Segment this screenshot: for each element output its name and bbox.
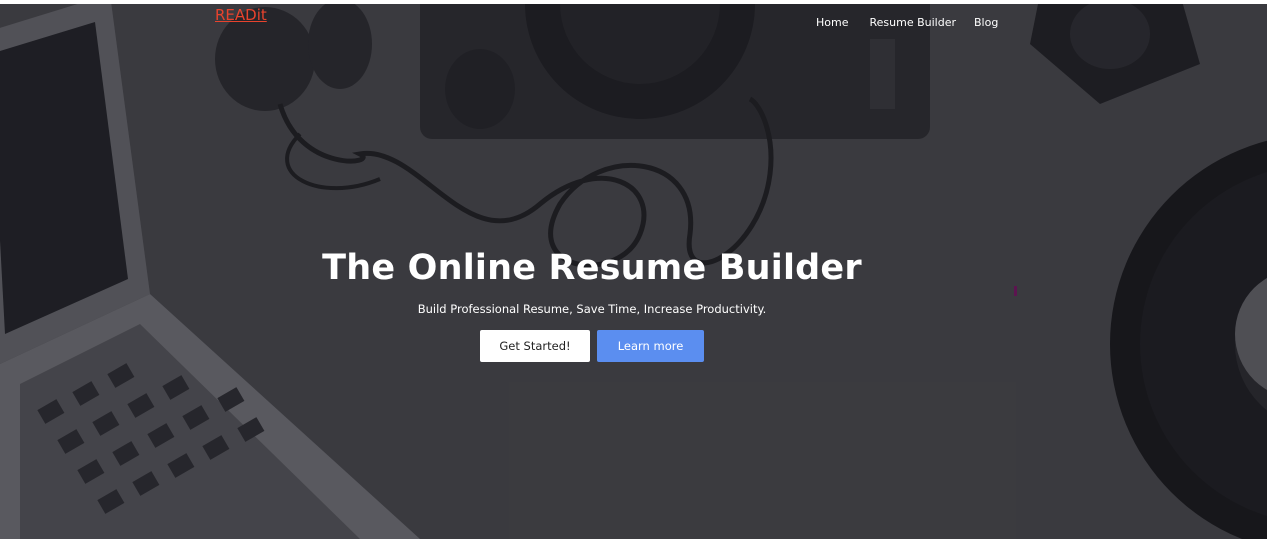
nav-item-resume-builder[interactable]: Resume Builder (869, 16, 956, 29)
nav-item-home[interactable]: Home (816, 16, 848, 29)
hero-subtitle: Build Professional Resume, Save Time, In… (417, 302, 767, 316)
get-started-button[interactable]: Get Started! (480, 330, 590, 362)
text-cursor-marker (1014, 286, 1017, 296)
brand-logo-link[interactable]: READit (215, 6, 267, 24)
main-nav: Home Resume Builder Blog (816, 16, 998, 29)
nav-item-blog[interactable]: Blog (974, 16, 998, 29)
hero-title: The Online Resume Builder (322, 248, 862, 288)
learn-more-button[interactable]: Learn more (597, 330, 704, 362)
